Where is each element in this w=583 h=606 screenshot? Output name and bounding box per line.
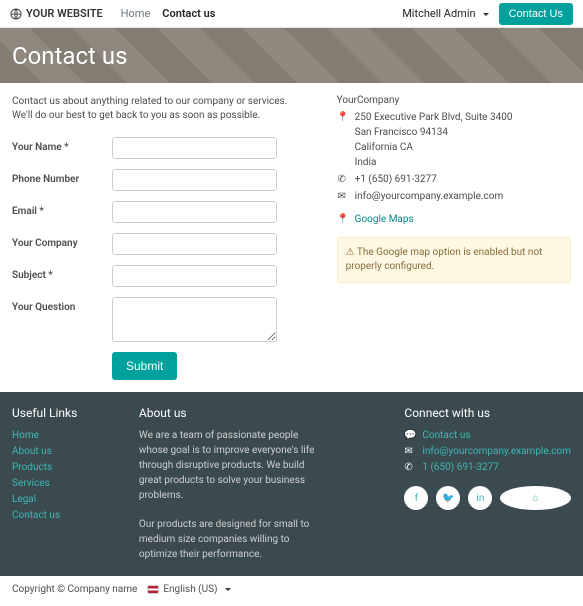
contact-us-button[interactable]: Contact Us (499, 3, 573, 25)
flag-icon (147, 585, 159, 594)
globe-icon (10, 8, 22, 20)
nav-links: Home Contact us (121, 7, 216, 20)
envelope-icon: ✉ (337, 189, 347, 204)
field-email: Email * (12, 201, 317, 223)
footer-link-home[interactable]: Home (12, 430, 39, 441)
field-phone: Phone Number (12, 169, 317, 191)
footer-bar: Copyright © Company name English (US) (0, 576, 583, 603)
field-subject: Subject * (12, 265, 317, 287)
scroll-top-icon[interactable]: ⌂ (500, 486, 571, 510)
phone-input[interactable] (112, 169, 277, 191)
company-name: YourCompany (337, 95, 571, 106)
footer-email-link[interactable]: info@yourcompany.example.com (422, 444, 571, 460)
field-question: Your Question (12, 297, 317, 342)
form-column: Contact us about anything related to our… (12, 95, 317, 380)
footer-link-products[interactable]: Products (12, 462, 52, 473)
footer-link-about[interactable]: About us (12, 446, 52, 457)
submit-button[interactable]: Submit (112, 352, 177, 380)
footer-phone-link[interactable]: 1 (650) 691-3277 (422, 460, 498, 476)
facebook-icon[interactable]: f (404, 486, 428, 510)
subject-input[interactable] (112, 265, 277, 287)
social-buttons: f 🐦 in ⌂ (404, 486, 571, 510)
chevron-down-icon (222, 584, 231, 595)
map-marker-icon: 📍 (337, 110, 347, 170)
phone-icon: ✆ (404, 460, 414, 476)
copyright-text: Copyright © Company name (12, 584, 137, 595)
about-us-col: About us We are a team of passionate peo… (139, 406, 326, 562)
company-info-column: YourCompany 📍 250 Executive Park Blvd, S… (337, 95, 571, 380)
field-company: Your Company (12, 233, 317, 255)
footer-link-contact[interactable]: Contact us (12, 510, 60, 521)
navbar: YOUR WEBSITE Home Contact us Mitchell Ad… (0, 0, 583, 28)
footer-link-legal[interactable]: Legal (12, 494, 36, 505)
connect-col: Connect with us 💬Contact us ✉info@yourco… (404, 406, 571, 562)
page-title: Contact us (12, 42, 127, 70)
language-selector[interactable]: English (US) (147, 584, 230, 595)
maps-link-line: 📍 Google Maps (337, 212, 571, 227)
nav-contact[interactable]: Contact us (162, 7, 215, 20)
footer: Useful Links Home About us Products Serv… (0, 392, 583, 576)
address-block: 📍 250 Executive Park Blvd, Suite 3400 Sa… (337, 110, 571, 170)
twitter-icon[interactable]: 🐦 (436, 486, 460, 510)
phone-icon: ✆ (337, 172, 347, 187)
comment-icon: 💬 (404, 428, 414, 444)
google-maps-link[interactable]: Google Maps (355, 212, 414, 227)
useful-links-col: Useful Links Home About us Products Serv… (12, 406, 129, 562)
email-input[interactable] (112, 201, 277, 223)
field-name: Your Name * (12, 137, 317, 159)
warning-icon: ⚠ (346, 247, 357, 258)
envelope-icon: ✉ (404, 444, 414, 460)
hero-banner: Contact us (0, 28, 583, 83)
company-input[interactable] (112, 233, 277, 255)
footer-link-services[interactable]: Services (12, 478, 50, 489)
linkedin-icon[interactable]: in (468, 486, 492, 510)
brand-logo[interactable]: YOUR WEBSITE (10, 7, 103, 20)
user-menu[interactable]: Mitchell Admin (402, 7, 488, 20)
nav-right: Mitchell Admin Contact Us (402, 3, 573, 25)
email-line: ✉ info@yourcompany.example.com (337, 189, 571, 204)
brand-text: YOUR WEBSITE (26, 7, 103, 20)
map-warning: ⚠ The Google map option is enabled but n… (337, 237, 571, 283)
nav-home[interactable]: Home (121, 7, 151, 20)
name-input[interactable] (112, 137, 277, 159)
question-textarea[interactable] (112, 297, 277, 342)
main-content: Contact us about anything related to our… (0, 83, 583, 392)
intro-text: Contact us about anything related to our… (12, 95, 317, 123)
map-marker-icon: 📍 (337, 212, 347, 227)
footer-contact-link[interactable]: Contact us (422, 428, 470, 444)
phone-line: ✆ +1 (650) 691-3277 (337, 172, 571, 187)
